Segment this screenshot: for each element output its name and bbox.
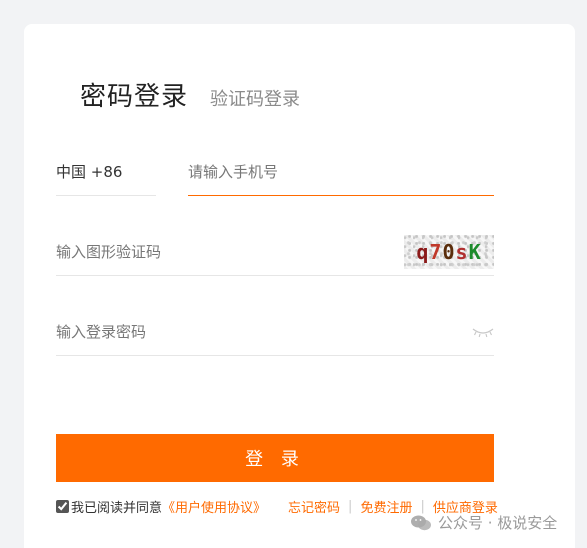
watermark-text: 公众号 · 极说安全 [438,514,558,532]
password-input[interactable] [56,322,436,341]
agreement-text: 我已阅读并同意 [71,500,163,516]
captcha-char: s [455,239,469,264]
wechat-icon [411,515,431,530]
captcha-field: q 7 0 s K [56,228,494,276]
phone-input[interactable] [188,162,494,181]
captcha-input[interactable] [56,242,356,261]
eye-closed-icon[interactable] [472,326,494,338]
captcha-char: 7 [429,239,443,264]
watermark: 公众号 · 极说安全 [410,512,557,533]
captcha-char: 0 [442,239,456,264]
captcha-char: q [416,239,430,264]
captcha-image[interactable]: q 7 0 s K [404,234,494,269]
tab-sms-login[interactable]: 验证码登录 [210,85,300,111]
country-code-select[interactable]: 中国 +86 [56,148,156,196]
captcha-char: K [468,239,482,264]
divider: | [348,498,353,514]
login-button[interactable]: 登 录 [56,434,494,482]
login-tabs: 密码登录 验证码登录 [80,76,300,113]
tab-password-login[interactable]: 密码登录 [80,76,188,113]
terms-link[interactable]: 《用户使用协议》 [162,497,266,516]
agree-checkbox[interactable] [56,499,69,513]
password-field [56,308,494,356]
register-link[interactable]: 免费注册 [360,497,412,516]
phone-field [188,148,494,196]
forgot-password-link[interactable]: 忘记密码 [288,497,340,516]
